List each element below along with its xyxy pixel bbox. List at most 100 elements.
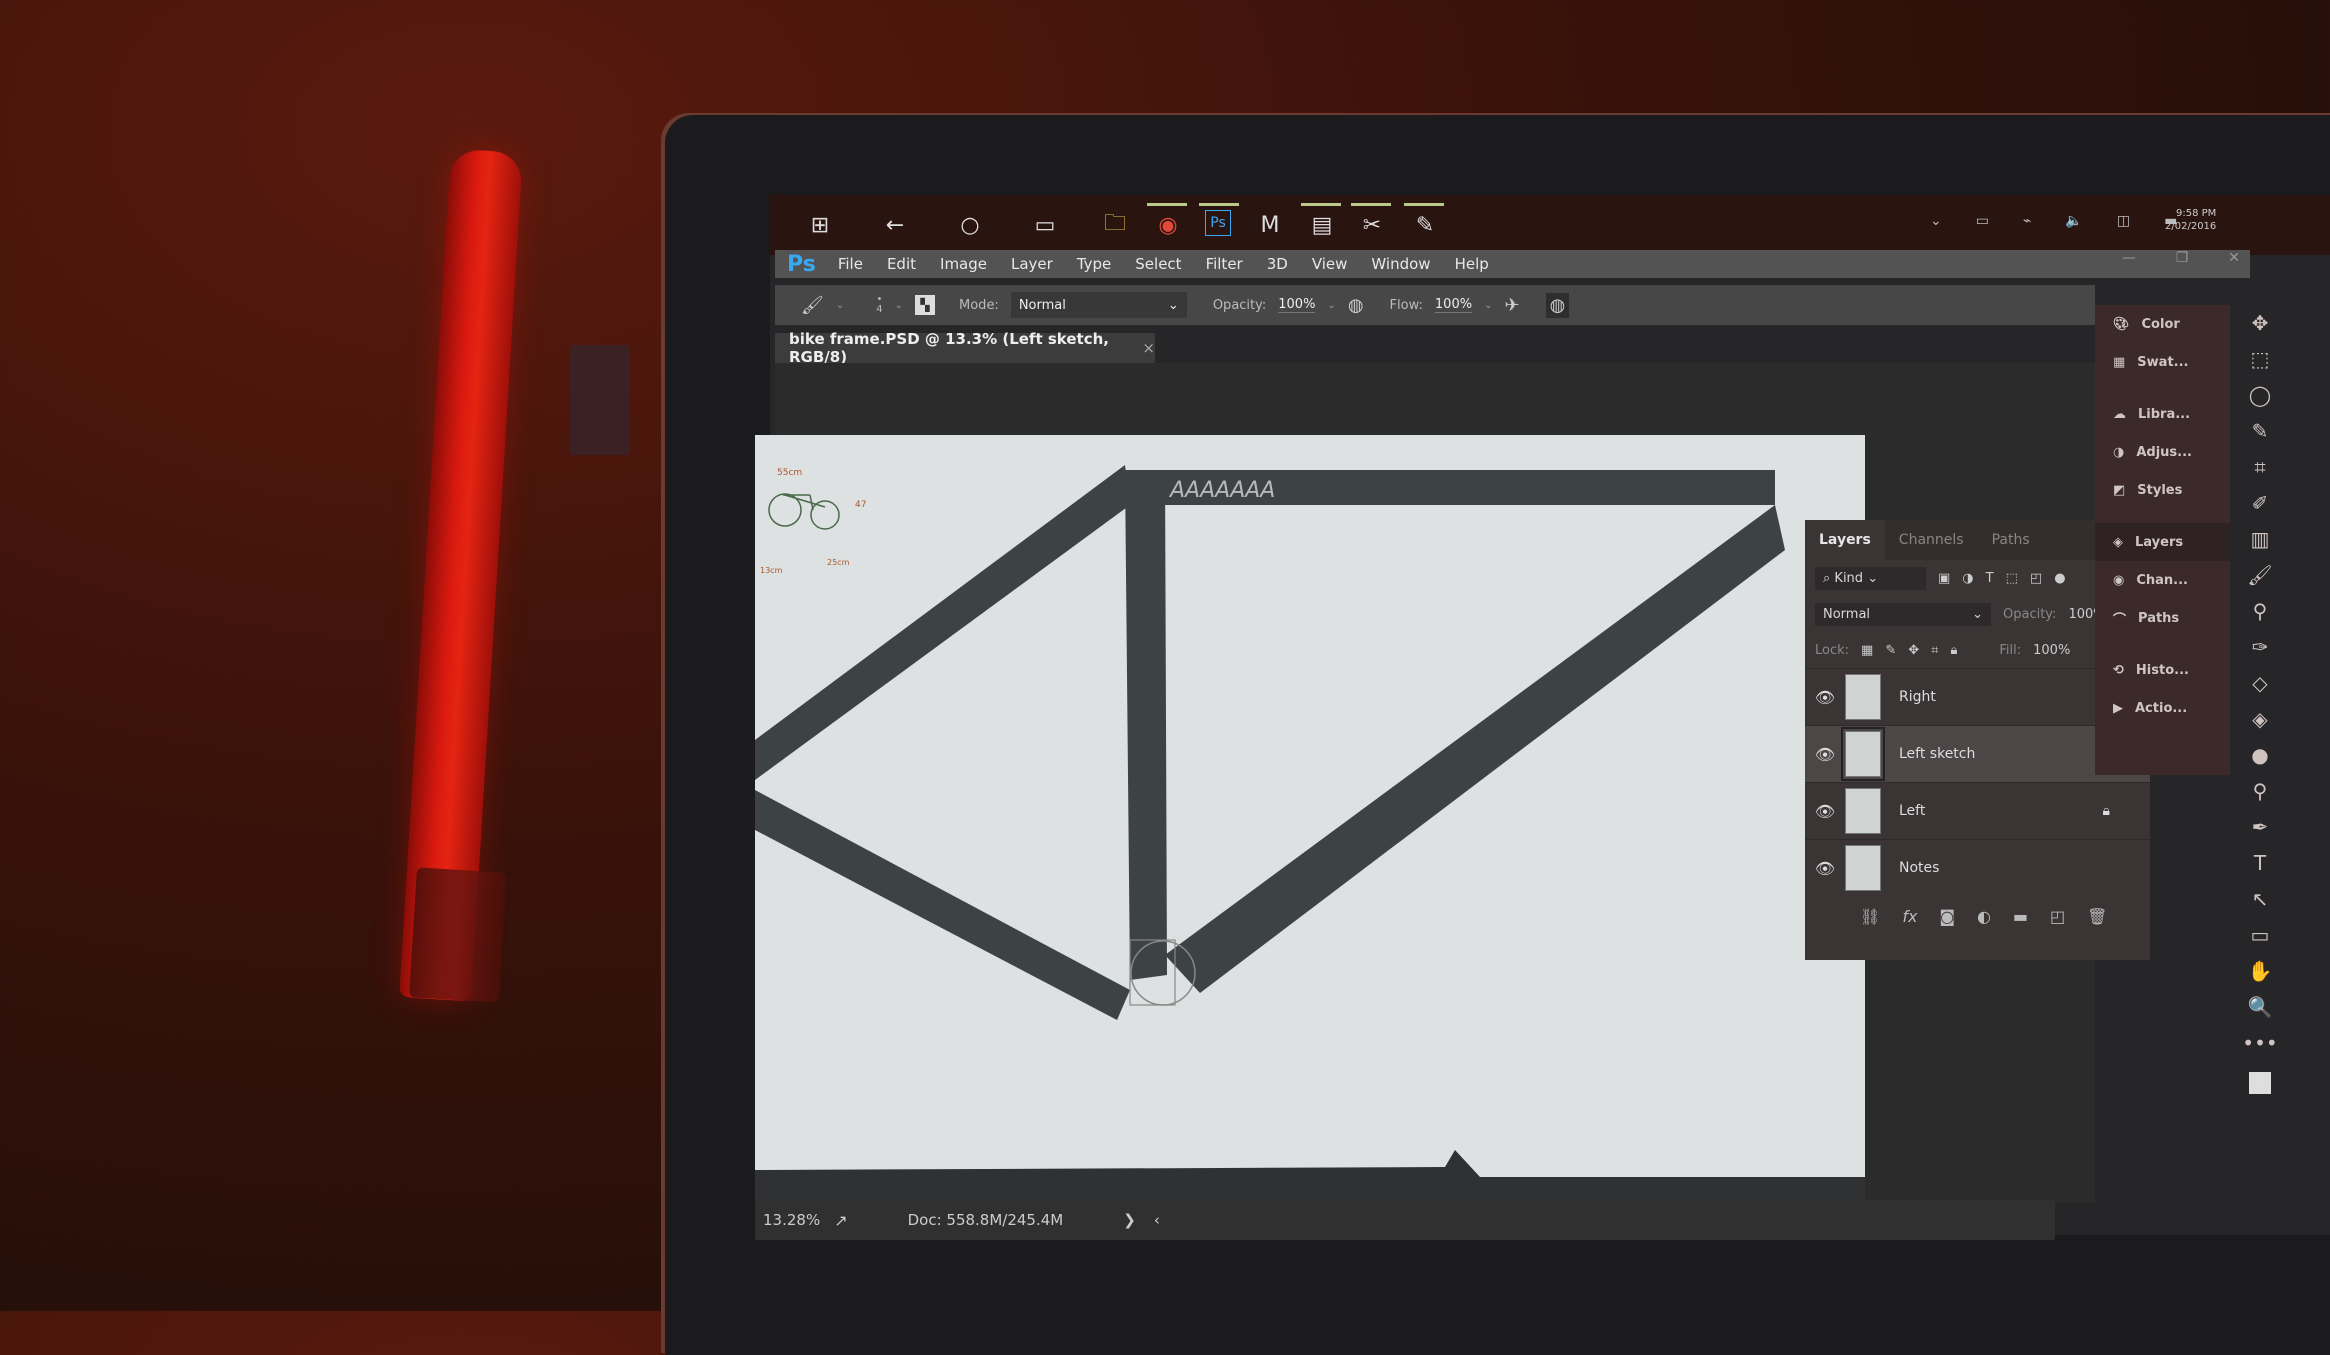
type-filter-icon[interactable]: T: [1986, 571, 1994, 586]
history-brush-tool-icon[interactable]: ✑: [2252, 634, 2269, 660]
lock-pixels-icon[interactable]: ✎: [1885, 643, 1896, 658]
lock-transparent-icon[interactable]: ▦: [1861, 643, 1873, 658]
battery-icon[interactable]: ▭: [1976, 213, 1989, 237]
menu-select[interactable]: Select: [1135, 255, 1181, 273]
fx-icon[interactable]: fx: [1902, 907, 1917, 926]
menu-edit[interactable]: Edit: [887, 255, 916, 273]
quick-select-tool-icon[interactable]: ✎: [2252, 418, 2269, 444]
brush-panel-toggle-icon[interactable]: ▚: [915, 295, 936, 315]
menu-layer[interactable]: Layer: [1011, 255, 1053, 273]
dock-item-paths[interactable]: ⌒ Paths: [2095, 599, 2230, 637]
layer-filter-select[interactable]: ⌕ Kind ⌄: [1815, 566, 1926, 590]
file-explorer-icon[interactable]: 🗀: [1100, 210, 1130, 240]
tool-preset-dropdown[interactable]: ⌄: [836, 300, 844, 311]
document-canvas[interactable]: 55cm 47 13cm 25cm AAAAAAA: [755, 435, 1865, 1200]
dock-item-styles[interactable]: ◩ Styles: [2095, 471, 2230, 509]
dock-item-libra[interactable]: ☁ Libra...: [2095, 395, 2230, 433]
blend-mode-select[interactable]: Normal ⌄: [1815, 602, 1991, 626]
dock-item-color[interactable]: 🎨︎ Color: [2095, 305, 2230, 343]
menu-image[interactable]: Image: [940, 255, 987, 273]
crop-tool-icon[interactable]: ⌗: [2254, 454, 2265, 480]
menu-window[interactable]: Window: [1371, 255, 1430, 273]
menu-filter[interactable]: Filter: [1206, 255, 1243, 273]
zoom-tool-icon[interactable]: 🔍: [2248, 994, 2273, 1020]
zoom-level[interactable]: 13.28%: [763, 1211, 820, 1229]
volume-icon[interactable]: 🔈: [2065, 213, 2082, 237]
fill-input[interactable]: 100%: [2033, 643, 2070, 658]
dock-item-adjus[interactable]: ◑ Adjus...: [2095, 433, 2230, 471]
adjustment-layer-icon[interactable]: ◐: [1977, 907, 1991, 926]
layer-row[interactable]: 👁︎ Notes: [1805, 839, 2150, 896]
marquee-tool-icon[interactable]: ⬚: [2251, 346, 2270, 372]
shape-filter-icon[interactable]: ⬚: [2006, 571, 2018, 586]
trash-icon[interactable]: 🗑︎: [2087, 907, 2107, 926]
share-icon[interactable]: ↗: [834, 1211, 847, 1230]
flow-input[interactable]: 100%: [1434, 297, 1473, 313]
visibility-eye-icon[interactable]: 👁︎: [1805, 688, 1845, 707]
brush-size-picker[interactable]: • 4: [876, 295, 882, 315]
visibility-eye-icon[interactable]: 👁︎: [1805, 859, 1845, 878]
lock-position-icon[interactable]: ✥: [1908, 643, 1919, 658]
healing-tool-icon[interactable]: ▥: [2251, 526, 2270, 552]
app-icon[interactable]: ▤: [1307, 210, 1337, 240]
restore-button[interactable]: ❐: [2176, 250, 2189, 266]
mode-select[interactable]: Normal ⌄: [1010, 292, 1187, 318]
filter-toggle-icon[interactable]: ●: [2054, 571, 2065, 586]
link-layers-icon[interactable]: ⛓: [1860, 907, 1880, 926]
menu-type[interactable]: Type: [1077, 255, 1111, 273]
lock-artboard-icon[interactable]: ⌗: [1931, 643, 1938, 658]
smart-object-filter-icon[interactable]: ◰: [2030, 571, 2042, 586]
more-tools-icon[interactable]: •••: [2242, 1030, 2277, 1056]
type-tool-icon[interactable]: T: [2254, 850, 2266, 876]
new-group-icon[interactable]: ▬: [2013, 907, 2028, 926]
photoshop-icon[interactable]: Ps: [1205, 210, 1231, 236]
layer-row[interactable]: 👁︎ Left 🔒︎: [1805, 782, 2150, 839]
dock-item-swat[interactable]: ▦ Swat...: [2095, 343, 2230, 381]
airbrush-icon[interactable]: ✈: [1504, 295, 1519, 316]
back-icon[interactable]: ←: [880, 210, 910, 240]
cortana-icon[interactable]: ○: [955, 210, 985, 240]
status-collapse-icon[interactable]: ‹: [1154, 1211, 1160, 1229]
dock-item-chan[interactable]: ◉ Chan...: [2095, 561, 2230, 599]
task-view-icon[interactable]: ▭: [1030, 210, 1060, 240]
pen-tool-icon[interactable]: ✒: [2252, 814, 2269, 840]
brush-tool-icon[interactable]: 🖌: [801, 295, 824, 316]
path-select-tool-icon[interactable]: ↖: [2252, 886, 2269, 912]
close-tab-icon[interactable]: ×: [1142, 339, 1155, 357]
network-icon[interactable]: ⌁: [2023, 213, 2031, 237]
brush-tool-icon[interactable]: 🖌: [2247, 562, 2272, 588]
pressure-size-icon[interactable]: ◍: [1545, 292, 1570, 318]
start-icon[interactable]: ⊞: [805, 210, 835, 240]
show-hidden-icons[interactable]: ⌄: [1930, 213, 1942, 237]
shape-tool-icon[interactable]: ▭: [2251, 922, 2270, 948]
menu-view[interactable]: View: [1312, 255, 1348, 273]
move-tool-icon[interactable]: ✥: [2252, 310, 2269, 336]
stamp-tool-icon[interactable]: ⚲: [2253, 598, 2268, 624]
minimize-button[interactable]: —: [2122, 250, 2136, 266]
doc-info[interactable]: Doc: 558.8M/245.4M: [908, 1211, 1064, 1229]
flow-dropdown[interactable]: ⌄: [1484, 300, 1492, 311]
menu-help[interactable]: Help: [1455, 255, 1489, 273]
opacity-input[interactable]: 100%: [1278, 297, 1316, 313]
gradient-tool-icon[interactable]: ◈: [2252, 706, 2267, 732]
adjustment-filter-icon[interactable]: ◑: [1962, 571, 1973, 586]
dock-item-actio[interactable]: ▶ Actio...: [2095, 689, 2230, 727]
chrome-icon[interactable]: ◉: [1153, 210, 1183, 240]
eraser-tool-icon[interactable]: ◇: [2252, 670, 2267, 696]
snipping-icon[interactable]: ✂: [1357, 210, 1387, 240]
tab-channels[interactable]: Channels: [1885, 520, 1978, 560]
menu-3d[interactable]: 3D: [1267, 255, 1288, 273]
menu-file[interactable]: File: [838, 255, 863, 273]
opacity-dropdown[interactable]: ⌄: [1327, 300, 1335, 311]
pen-app-icon[interactable]: ✎: [1410, 210, 1440, 240]
new-layer-icon[interactable]: ◰: [2050, 907, 2065, 926]
pixel-filter-icon[interactable]: ▣: [1938, 571, 1950, 586]
foreground-color-swatch[interactable]: [2249, 1072, 2271, 1094]
status-expand-icon[interactable]: ❯: [1123, 1211, 1136, 1229]
dodge-tool-icon[interactable]: ⚲: [2253, 778, 2268, 804]
lock-all-icon[interactable]: 🔒︎: [1950, 643, 1957, 658]
m-app-icon[interactable]: M: [1255, 210, 1285, 240]
dock-item-layers[interactable]: ◈ Layers: [2095, 523, 2230, 561]
brush-picker-dropdown[interactable]: ⌄: [895, 300, 903, 311]
document-tab[interactable]: bike frame.PSD @ 13.3% (Left sketch, RGB…: [775, 330, 1155, 366]
